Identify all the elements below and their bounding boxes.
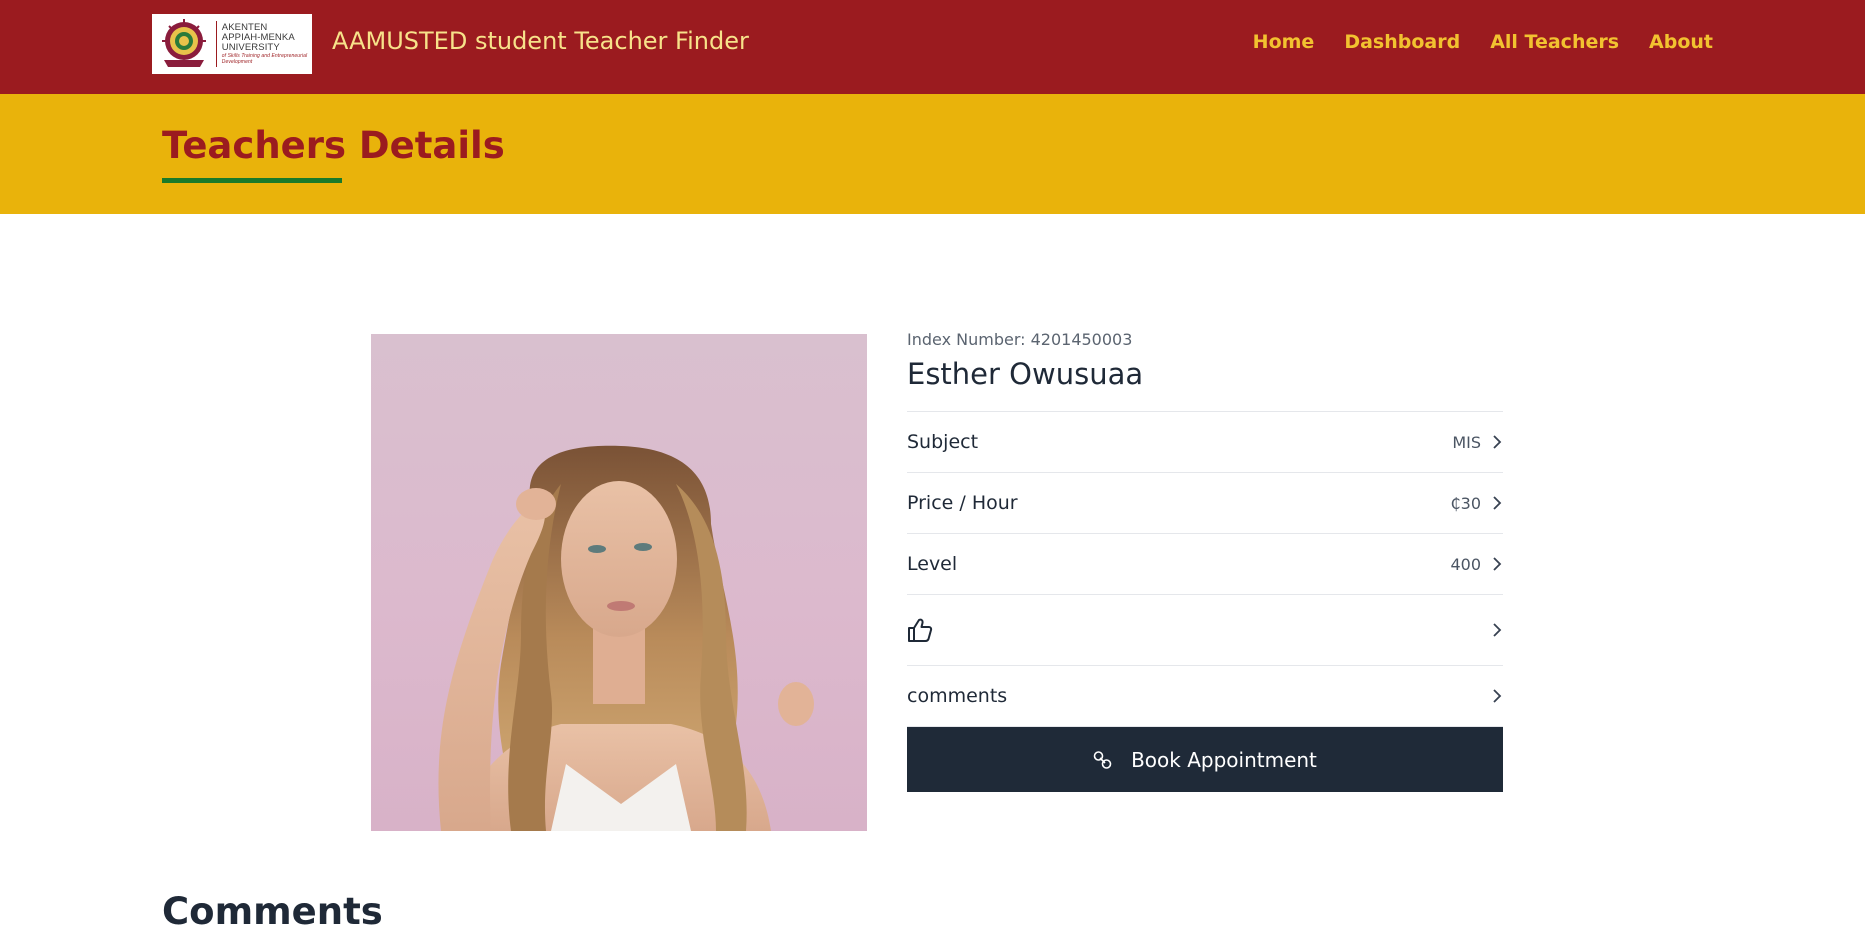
logo-line: UNIVERSITY <box>221 42 280 53</box>
level-value-group: 400 <box>1450 555 1503 574</box>
chevron-right-icon <box>1493 689 1502 703</box>
price-value-group: ₵30 <box>1450 494 1503 513</box>
comments-heading: Comments <box>162 890 383 933</box>
price-label: Price / Hour <box>907 492 1018 514</box>
page-title: Teachers Details <box>162 124 505 167</box>
main-nav: Home Dashboard All Teachers About <box>1253 31 1713 53</box>
like-row[interactable] <box>907 595 1503 666</box>
teacher-name: Esther Owusuaa <box>907 357 1144 391</box>
book-appointment-button[interactable]: Book Appointment <box>907 727 1503 792</box>
logo-divider <box>216 21 217 67</box>
university-seal-icon <box>158 18 210 70</box>
level-row[interactable]: Level 400 <box>907 534 1503 595</box>
subject-row[interactable]: Subject MIS <box>907 412 1503 473</box>
chevron-right-icon <box>1493 496 1502 510</box>
subject-value: MIS <box>1452 432 1481 452</box>
nav-home[interactable]: Home <box>1253 31 1315 53</box>
logo-tagline: of Skills Training and Entrepreneurial D… <box>221 53 308 65</box>
details-list: Subject MIS Price / Hour ₵30 Level 400 c… <box>907 411 1503 727</box>
logo-text: AKENTEN APPIAH-MENKA UNIVERSITY of Skill… <box>221 23 312 66</box>
comments-chevron-group <box>1491 689 1503 703</box>
nav-all-teachers[interactable]: All Teachers <box>1490 31 1619 53</box>
thumbs-up-icon[interactable] <box>907 617 933 643</box>
university-logo[interactable]: AKENTEN APPIAH-MENKA UNIVERSITY of Skill… <box>152 14 312 74</box>
nav-dashboard[interactable]: Dashboard <box>1344 31 1460 53</box>
comments-row[interactable]: comments <box>907 666 1503 727</box>
chevron-right-icon <box>1493 435 1502 449</box>
index-number: Index Number: 4201450003 <box>907 330 1133 349</box>
comments-label: comments <box>907 685 1008 707</box>
site-brand[interactable]: AAMUSTED student Teacher Finder <box>332 27 749 55</box>
page-banner: Teachers Details <box>0 94 1865 214</box>
level-value: 400 <box>1450 554 1481 574</box>
price-value: ₵30 <box>1450 493 1481 513</box>
level-label: Level <box>907 553 958 575</box>
like-chevron-group <box>1491 623 1503 637</box>
teacher-photo <box>371 334 867 831</box>
chevron-right-icon <box>1493 623 1502 637</box>
subject-value-group: MIS <box>1452 433 1503 452</box>
price-row[interactable]: Price / Hour ₵30 <box>907 473 1503 534</box>
link-icon <box>1093 750 1112 769</box>
book-appointment-label: Book Appointment <box>1131 747 1317 772</box>
title-underline <box>162 178 342 183</box>
chevron-right-icon <box>1493 557 1502 571</box>
subject-label: Subject <box>907 431 979 453</box>
navbar: AKENTEN APPIAH-MENKA UNIVERSITY of Skill… <box>0 0 1865 94</box>
nav-about[interactable]: About <box>1649 31 1713 53</box>
teacher-details: Index Number: 4201450003 Esther Owusuaa … <box>907 330 1503 792</box>
